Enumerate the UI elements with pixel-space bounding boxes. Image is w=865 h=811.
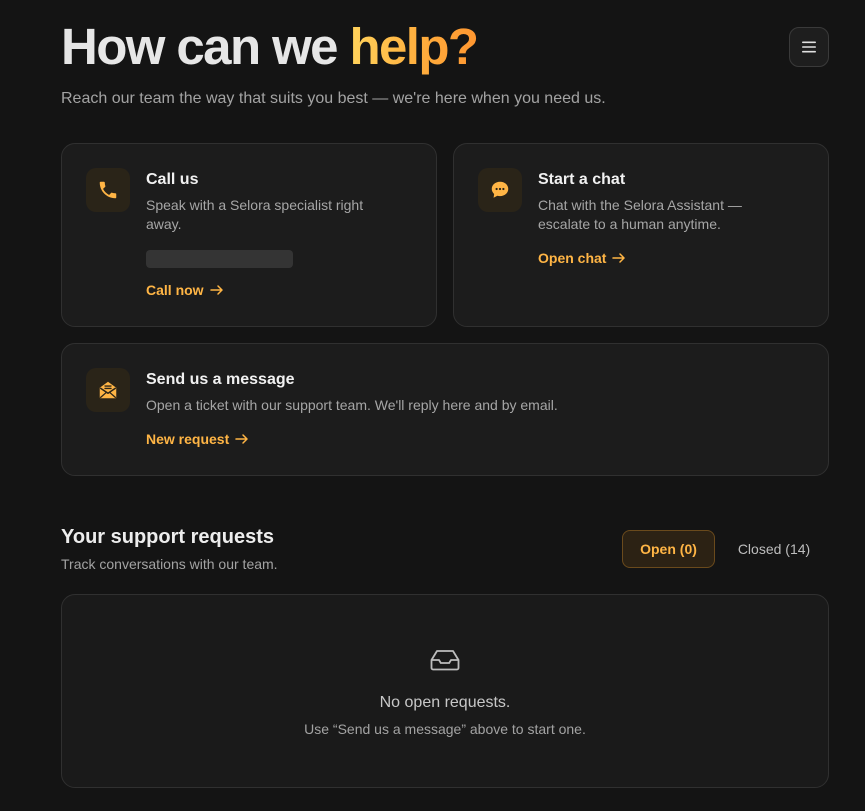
envelope-icon — [99, 381, 117, 399]
empty-state-hint: Use “Send us a message” above to start o… — [304, 721, 586, 737]
support-page: How can we help? Reach our team the way … — [0, 0, 865, 811]
open-chat-label: Open chat — [538, 250, 607, 266]
message-icon-tile — [86, 368, 130, 412]
inbox-icon — [430, 650, 460, 671]
chat-card-description: Chat with the Selora Assistant — escalat… — [538, 197, 742, 232]
tab-open-requests[interactable]: Open (0) — [622, 530, 715, 568]
requests-empty-state: No open requests. Use “Send us a message… — [61, 594, 829, 788]
arrow-right-icon — [209, 285, 223, 295]
phone-number-placeholder — [146, 250, 293, 268]
chat-card-title: Start a chat — [538, 171, 626, 188]
chat-card: Start a chat Chat with the Selora Assist… — [453, 143, 829, 327]
tab-closed-requests[interactable]: Closed (14) — [722, 530, 826, 568]
page-title: How can we help? — [61, 18, 479, 76]
phone-icon — [99, 181, 117, 199]
call-card-description: Speak with a Selora specialist right awa… — [146, 197, 364, 232]
call-icon-tile — [86, 168, 130, 212]
empty-state-title: No open requests. — [379, 694, 511, 711]
chat-icon-tile — [478, 168, 522, 212]
call-now-link[interactable]: Call now — [146, 282, 224, 298]
message-card-description: Open a ticket with our support team. We'… — [146, 397, 558, 413]
page-subtitle: Reach our team the way that suits you be… — [61, 90, 606, 107]
call-card: Call us Speak with a Selora specialist r… — [61, 143, 437, 327]
page-title-main: How can we — [61, 18, 350, 75]
message-card: Send us a message Open a ticket with our… — [61, 343, 829, 476]
new-request-link[interactable]: New request — [146, 431, 249, 447]
call-now-label: Call now — [146, 282, 204, 298]
message-card-title: Send us a message — [146, 371, 295, 388]
arrow-right-icon — [612, 253, 626, 263]
hamburger-icon — [802, 41, 816, 53]
menu-button[interactable] — [789, 27, 829, 67]
call-card-title: Call us — [146, 171, 199, 188]
arrow-right-icon — [235, 434, 248, 444]
page-title-accent: help? — [349, 18, 479, 75]
new-request-label: New request — [146, 431, 230, 447]
requests-subtitle: Track conversations with our team. — [61, 556, 278, 572]
requests-title: Your support requests — [61, 526, 274, 548]
open-chat-link[interactable]: Open chat — [538, 250, 626, 266]
chat-bubble-icon — [491, 181, 509, 198]
